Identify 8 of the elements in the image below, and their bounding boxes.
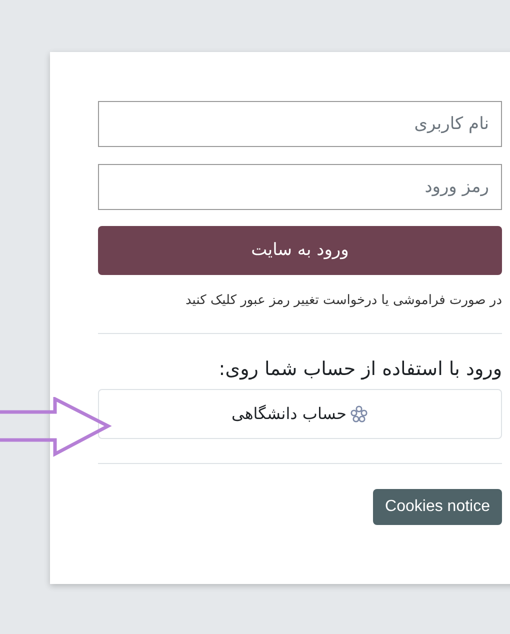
username-field[interactable]: نام کاربری [98,101,502,147]
flower-logo-icon [350,404,368,422]
login-button[interactable]: ورود به سایت [98,226,502,275]
password-field[interactable]: رمز ورود [98,164,502,210]
forgot-password-link[interactable]: در صورت فراموشی یا درخواست تغییر رمز عبور کلیک کنید [185,291,502,310]
section-heading: ورود با استفاده از حساب شما روی: [218,360,502,378]
university-account-button[interactable]: حساب دانشگاهی [98,388,502,438]
cookies-notice-button[interactable]: Cookies notice [373,488,502,524]
